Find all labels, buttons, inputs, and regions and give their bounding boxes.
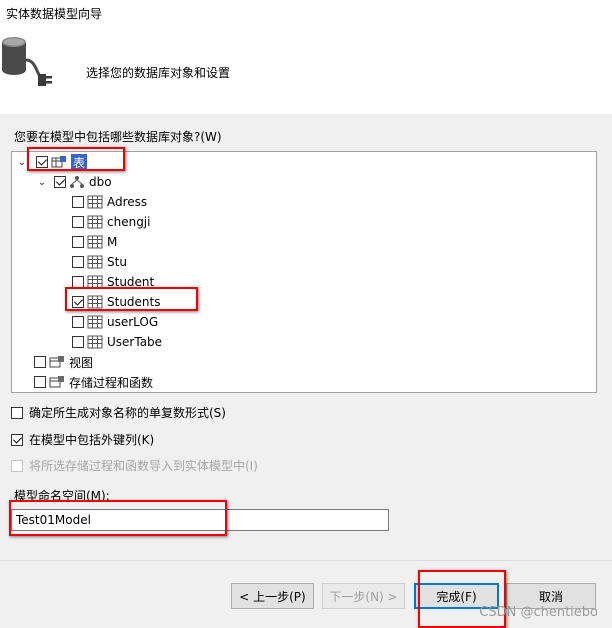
chevron-down-icon[interactable]: ⌄: [36, 177, 48, 188]
table-item-adress[interactable]: Adress: [72, 192, 147, 212]
table-label: chengji: [107, 215, 151, 229]
table-checkbox[interactable]: [72, 216, 84, 228]
import-procs-checkbox: [11, 459, 23, 472]
table-icon: [87, 335, 103, 349]
chevron-down-icon[interactable]: ⌄: [16, 157, 28, 168]
table-item-userlog[interactable]: userLOG: [72, 312, 158, 332]
dbo-checkbox[interactable]: [54, 176, 66, 188]
views-checkbox[interactable]: [34, 356, 46, 368]
tree-node-procs[interactable]: 存储过程和函数: [34, 372, 153, 392]
import-procs-option: 将所选存储过程和函数导入到实体模型中(I): [11, 457, 258, 474]
schema-icon: [70, 176, 84, 188]
table-icon: [87, 195, 103, 209]
tree-label-views: 视图: [69, 355, 94, 370]
objects-question: 您要在模型中包括哪些数据库对象?(W): [14, 130, 222, 144]
table-item-chengji[interactable]: chengji: [72, 212, 150, 232]
table-label: UserTabe: [107, 335, 163, 349]
tree-node-dbo[interactable]: ⌄ dbo: [36, 172, 112, 192]
pluralize-label: 确定所生成对象名称的单复数形式(S): [29, 406, 226, 420]
table-icon: [87, 295, 103, 309]
table-item-m[interactable]: M: [72, 232, 117, 252]
table-icon: [87, 315, 103, 329]
foreign-keys-checkbox[interactable]: [11, 433, 23, 446]
import-procs-label: 将所选存储过程和函数导入到实体模型中(I): [29, 459, 258, 473]
database-connect-icon: [2, 37, 52, 86]
namespace-input[interactable]: Test01Model: [11, 509, 389, 531]
table-item-stu[interactable]: Stu: [72, 252, 127, 272]
table-label: Stu: [107, 255, 127, 269]
pluralize-checkbox[interactable]: [11, 406, 23, 419]
table-icon: [87, 215, 103, 229]
tables-folder-icon: [51, 156, 66, 168]
table-checkbox[interactable]: [72, 296, 84, 308]
next-button: 下一步(N) >: [322, 583, 405, 609]
tree-label-dbo: dbo: [89, 175, 112, 189]
window-title: 实体数据模型向导: [6, 7, 103, 21]
views-folder-icon: [49, 356, 64, 368]
tree-node-views[interactable]: 视图: [34, 352, 93, 372]
prev-button[interactable]: < 上一步(P): [231, 583, 314, 609]
footer-divider: [0, 560, 612, 561]
table-checkbox[interactable]: [72, 196, 84, 208]
foreign-keys-label: 在模型中包括外键列(K): [29, 433, 155, 447]
table-label: Adress: [107, 195, 148, 209]
tables-checkbox[interactable]: [36, 156, 48, 168]
namespace-label: 模型命名空间(M):: [14, 489, 110, 503]
table-item-students[interactable]: Students: [72, 292, 161, 312]
table-checkbox[interactable]: [72, 336, 84, 348]
table-icon: [87, 255, 103, 269]
title-bar: 实体数据模型向导: [0, 0, 612, 26]
table-checkbox[interactable]: [72, 276, 84, 288]
table-checkbox[interactable]: [72, 236, 84, 248]
tree-label-tables: 表: [71, 153, 88, 171]
wizard-subtitle: 选择您的数据库对象和设置: [86, 66, 231, 80]
pluralize-option[interactable]: 确定所生成对象名称的单复数形式(S): [11, 404, 226, 421]
tree-node-tables[interactable]: ⌄ 表: [16, 152, 88, 172]
table-checkbox[interactable]: [72, 256, 84, 268]
foreign-keys-option[interactable]: 在模型中包括外键列(K): [11, 431, 154, 448]
table-label: userLOG: [107, 315, 159, 329]
procs-folder-icon: [49, 376, 64, 388]
table-icon: [87, 235, 103, 249]
table-icon: [87, 275, 103, 289]
table-item-usertabe[interactable]: UserTabe: [72, 332, 162, 352]
table-label: Student: [107, 275, 155, 289]
table-checkbox[interactable]: [72, 316, 84, 328]
wizard-header: 选择您的数据库对象和设置: [0, 26, 612, 114]
tree-label-procs: 存储过程和函数: [69, 375, 154, 390]
table-label: Students: [107, 295, 161, 309]
table-item-student[interactable]: Student: [72, 272, 154, 292]
db-object-tree[interactable]: ⌄ 表 ⌄ dbo Adress chengji M Stu Student S…: [11, 151, 597, 393]
procs-checkbox[interactable]: [34, 376, 46, 388]
watermark: CSDN @chentiebo: [479, 605, 598, 620]
table-label: M: [107, 235, 118, 249]
